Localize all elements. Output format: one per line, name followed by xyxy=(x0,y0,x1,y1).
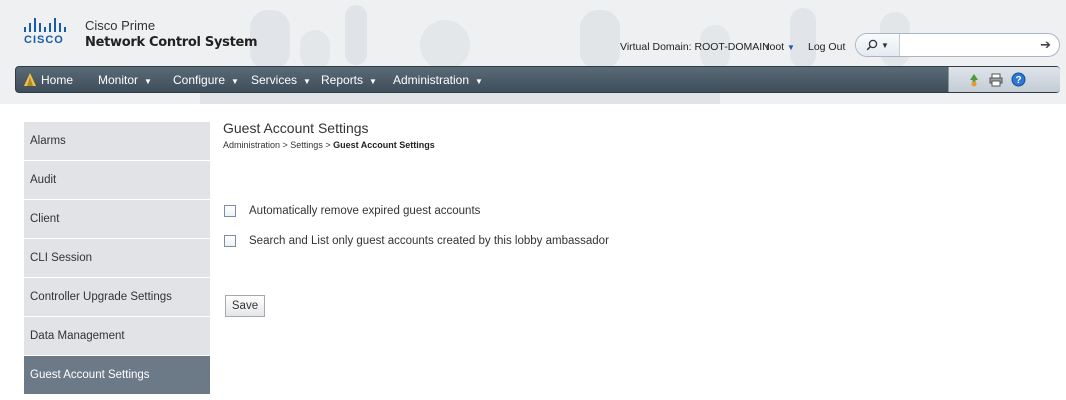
search-scope-button[interactable]: ▼ xyxy=(856,34,900,56)
nav-services[interactable]: Services ▼ xyxy=(251,73,311,87)
nav-monitor-label: Monitor xyxy=(98,73,139,87)
virtual-domain-label: Virtual Domain: ROOT-DOMAIN xyxy=(620,41,770,53)
settings-sidebar: Alarms Audit Client CLI Session Controll… xyxy=(24,122,210,395)
breadcrumb: Administration > Settings > Guest Accoun… xyxy=(223,140,435,150)
logout-link[interactable]: Log Out xyxy=(808,41,845,53)
main-nav-bar: Home Monitor ▼ Configure ▼ Services ▼ Repor… xyxy=(15,66,1060,93)
breadcrumb-separator: > xyxy=(322,140,334,150)
sidebar-item-controller-upgrade-settings[interactable]: Controller Upgrade Settings xyxy=(24,278,210,317)
product-name-line2: Network Control System xyxy=(85,35,258,50)
breadcrumb-administration[interactable]: Administration xyxy=(223,140,280,150)
nav-configure-label: Configure xyxy=(173,73,226,87)
nav-monitor[interactable]: Monitor ▼ xyxy=(98,73,152,87)
cisco-logo-bars-icon xyxy=(24,18,84,32)
sidebar-item-alarms[interactable]: Alarms xyxy=(24,122,210,161)
auto-remove-expired-checkbox[interactable] xyxy=(224,205,236,217)
search-input[interactable] xyxy=(904,37,1034,53)
nav-administration-label: Administration xyxy=(393,73,470,87)
nav-configure[interactable]: Configure ▼ xyxy=(173,73,239,87)
nav-monitor-caret-icon: ▼ xyxy=(144,77,152,86)
cisco-logo-text: CISCO xyxy=(24,34,64,46)
product-name-line1: Cisco Prime xyxy=(85,18,156,33)
nav-reports-label: Reports xyxy=(321,73,364,87)
nav-administration[interactable]: Administration ▼ xyxy=(393,73,483,87)
nav-home-label: Home xyxy=(41,73,74,87)
breadcrumb-settings[interactable]: Settings xyxy=(290,140,323,150)
search-list-own-accounts-checkbox[interactable] xyxy=(224,235,236,247)
nav-configure-caret-icon: ▼ xyxy=(231,77,239,86)
breadcrumb-current: Guest Account Settings xyxy=(333,140,435,150)
sidebar-item-audit[interactable]: Audit xyxy=(24,161,210,200)
nav-services-caret-icon: ▼ xyxy=(303,77,311,86)
sidebar-item-data-management[interactable]: Data Management xyxy=(24,317,210,356)
option-search-list-own-accounts[interactable]: Search and List only guest accounts crea… xyxy=(224,235,609,247)
main-content: Guest Account Settings Administration > … xyxy=(223,120,435,150)
nav-administration-caret-icon: ▼ xyxy=(475,77,483,86)
search-list-own-accounts-label: Search and List only guest accounts crea… xyxy=(249,235,609,247)
svg-text:?: ? xyxy=(1015,75,1021,86)
recycle-icon[interactable] xyxy=(967,73,981,87)
sidebar-item-client[interactable]: Client xyxy=(24,200,210,239)
search-go-arrow-icon[interactable]: ➔ xyxy=(1040,37,1051,53)
product-name: Cisco Prime Network Control System xyxy=(85,17,258,51)
search-box[interactable]: ▼ ➔ xyxy=(855,33,1060,57)
sidebar-item-cli-session[interactable]: CLI Session xyxy=(24,239,210,278)
nav-reports-caret-icon: ▼ xyxy=(369,77,377,86)
nav-utility-icons: ? xyxy=(948,67,1060,92)
page-title: Guest Account Settings xyxy=(223,120,369,136)
nav-home[interactable]: Home xyxy=(24,73,73,87)
nav-reports[interactable]: Reports ▼ xyxy=(321,73,377,87)
option-auto-remove-expired[interactable]: Automatically remove expired guest accou… xyxy=(224,205,480,217)
cisco-logo[interactable]: CISCO xyxy=(24,18,84,46)
search-icon xyxy=(866,39,878,51)
search-scope-caret-icon: ▼ xyxy=(881,40,889,50)
user-menu[interactable]: root ▼ xyxy=(766,41,795,53)
nav-services-label: Services xyxy=(251,73,298,87)
sidebar-item-guest-account-settings[interactable]: Guest Account Settings xyxy=(24,356,210,395)
app-header: CISCO Cisco Prime Network Control System… xyxy=(0,0,1066,104)
user-menu-caret-icon: ▼ xyxy=(787,43,795,52)
home-icon xyxy=(24,73,36,86)
user-name: root xyxy=(766,41,785,53)
breadcrumb-separator: > xyxy=(280,140,291,150)
auto-remove-expired-label: Automatically remove expired guest accou… xyxy=(249,205,481,217)
print-icon[interactable] xyxy=(989,73,1003,87)
save-button[interactable]: Save xyxy=(225,295,265,317)
help-icon[interactable]: ? xyxy=(1011,72,1026,87)
